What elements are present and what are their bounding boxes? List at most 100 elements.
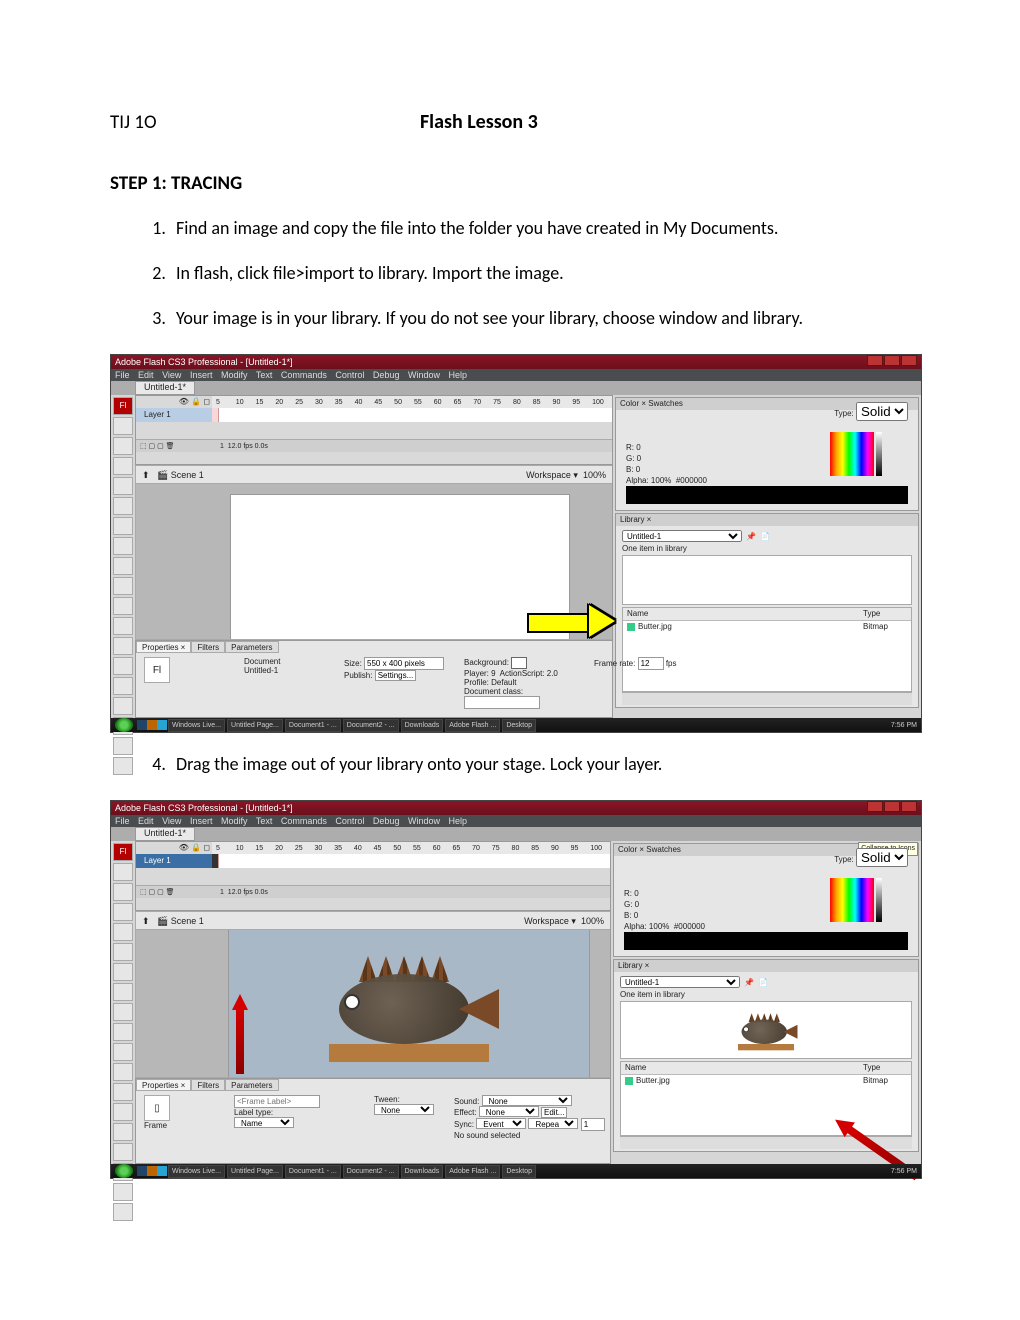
menu-item[interactable]: Help bbox=[449, 816, 468, 826]
quick-launch-icon[interactable] bbox=[147, 720, 157, 730]
text-tool-icon[interactable] bbox=[113, 963, 133, 981]
workspace-switcher[interactable]: Workspace ▾ bbox=[524, 916, 576, 927]
tween-select[interactable]: None bbox=[374, 1104, 434, 1115]
new-library-icon[interactable]: 📄 bbox=[760, 532, 770, 541]
subselection-tool-icon[interactable] bbox=[113, 437, 133, 455]
zoom-level[interactable]: 100% bbox=[583, 470, 606, 480]
rgb-inputs[interactable]: R: 0G: 0B: 0 Alpha: 100% #000000 bbox=[626, 442, 707, 486]
effect-select[interactable]: None bbox=[479, 1106, 539, 1117]
stage-area[interactable] bbox=[135, 929, 611, 1078]
keyframe-1[interactable] bbox=[212, 408, 219, 422]
layer-toggle-icons[interactable]: 👁 🔒 ◻ bbox=[179, 843, 210, 852]
menu-item[interactable]: Edit bbox=[138, 370, 154, 380]
menu-item[interactable]: Commands bbox=[281, 370, 327, 380]
library-panel[interactable]: Library × Untitled-1📌📄 One item in libra… bbox=[613, 959, 919, 1152]
taskbar-item[interactable]: Document2 - ... bbox=[343, 719, 399, 732]
stage-canvas[interactable] bbox=[228, 929, 590, 1078]
layer-row[interactable]: Layer 1 bbox=[136, 408, 220, 422]
menu-item[interactable]: Debug bbox=[373, 370, 400, 380]
zoom-level[interactable]: 100% bbox=[581, 916, 604, 926]
lasso-tool-icon[interactable] bbox=[113, 923, 133, 941]
color-brightness-bar[interactable] bbox=[876, 432, 882, 476]
menu-item[interactable]: Modify bbox=[221, 370, 248, 380]
size-button[interactable] bbox=[364, 657, 444, 670]
pencil-tool-icon[interactable] bbox=[113, 577, 133, 595]
menu-item[interactable]: Help bbox=[449, 370, 468, 380]
stroke-color-icon[interactable] bbox=[113, 1183, 133, 1201]
library-item-row[interactable]: Butter.jpgBitmap bbox=[621, 1075, 911, 1087]
hand-tool-icon[interactable] bbox=[113, 697, 133, 715]
taskbar-item[interactable]: Downloads bbox=[401, 1165, 444, 1178]
layer-toggle-icons[interactable]: 👁 🔒 ◻ bbox=[179, 397, 210, 406]
eyedropper-tool-icon[interactable] bbox=[113, 1103, 133, 1121]
rectangle-tool-icon[interactable] bbox=[113, 1003, 133, 1021]
tab-filters[interactable]: Filters bbox=[191, 641, 225, 653]
system-tray[interactable]: 7:56 PM bbox=[887, 1168, 921, 1175]
brush-tool-icon[interactable] bbox=[113, 597, 133, 615]
taskbar-item[interactable]: Document2 - ... bbox=[343, 1165, 399, 1178]
taskbar-item[interactable]: Document1 - ... bbox=[285, 1165, 341, 1178]
timeline-frames[interactable] bbox=[212, 854, 610, 868]
layer-row-selected[interactable]: Layer 1 bbox=[136, 854, 220, 868]
workspace-switcher[interactable]: Workspace ▾ bbox=[526, 470, 578, 481]
scene-name[interactable]: ⬆ 🎬 Scene 1 bbox=[142, 470, 204, 481]
color-panel[interactable]: Color × Swatches Collapse to Icons Type:… bbox=[613, 843, 919, 957]
quick-launch-icon[interactable] bbox=[157, 1166, 167, 1176]
stage-canvas[interactable] bbox=[230, 494, 570, 640]
effect-edit-button[interactable] bbox=[541, 1107, 567, 1118]
windows-taskbar[interactable]: Windows Live... Untitled Page... Documen… bbox=[111, 718, 921, 732]
sound-select[interactable]: None bbox=[482, 1095, 572, 1106]
window-buttons[interactable] bbox=[866, 801, 917, 815]
tab-parameters[interactable]: Parameters bbox=[225, 1079, 278, 1091]
timeline-frames[interactable] bbox=[212, 408, 612, 422]
tab-properties[interactable]: Properties × bbox=[136, 641, 191, 653]
library-tab[interactable]: Library × bbox=[620, 514, 651, 526]
menu-item[interactable]: Insert bbox=[190, 370, 213, 380]
fill-color-icon[interactable] bbox=[113, 1203, 133, 1221]
paint-bucket-tool-icon[interactable] bbox=[113, 637, 133, 655]
menu-item[interactable]: Window bbox=[408, 370, 440, 380]
repeat-count-input[interactable] bbox=[581, 1118, 605, 1131]
rgb-inputs[interactable]: R: 0G: 0B: 0 Alpha: 100% #000000 bbox=[624, 888, 705, 932]
menu-item[interactable]: File bbox=[115, 370, 130, 380]
doc-class-input[interactable] bbox=[464, 696, 540, 709]
properties-panel[interactable]: Properties × Filters Parameters Fl Docum… bbox=[135, 640, 613, 718]
menu-item[interactable]: Modify bbox=[221, 816, 248, 826]
color-spectrum[interactable] bbox=[830, 878, 874, 922]
library-doc-select[interactable]: Untitled-1 bbox=[620, 976, 740, 988]
brush-tool-icon[interactable] bbox=[113, 1043, 133, 1061]
tab-filters[interactable]: Filters bbox=[191, 1079, 225, 1091]
library-tab[interactable]: Library × bbox=[618, 960, 649, 972]
keyframe-1[interactable] bbox=[212, 854, 219, 868]
timeline-panel[interactable]: 👁 🔒 ◻ Layer 1 51015202530354045505560657… bbox=[135, 841, 611, 911]
taskbar-item[interactable]: Desktop bbox=[502, 719, 536, 732]
library-col-type[interactable]: Type bbox=[863, 1062, 911, 1074]
repeat-select[interactable]: Repeat bbox=[528, 1118, 578, 1129]
taskbar-item[interactable]: Desktop bbox=[502, 1165, 536, 1178]
taskbar-item[interactable]: Adobe Flash ... bbox=[445, 719, 500, 732]
properties-tabs[interactable]: Properties × Filters Parameters bbox=[136, 641, 612, 653]
menu-item[interactable]: Commands bbox=[281, 816, 327, 826]
pin-icon[interactable]: 📌 bbox=[744, 978, 754, 987]
imported-image-fish[interactable] bbox=[289, 934, 529, 1074]
hand-tool-icon[interactable] bbox=[113, 1143, 133, 1161]
taskbar-item[interactable]: Adobe Flash ... bbox=[445, 1165, 500, 1178]
eraser-tool-icon[interactable] bbox=[113, 677, 133, 695]
menu-item[interactable]: Window bbox=[408, 816, 440, 826]
selection-tool-icon[interactable] bbox=[113, 417, 133, 435]
pen-tool-icon[interactable] bbox=[113, 943, 133, 961]
frame-label-input[interactable] bbox=[234, 1095, 320, 1108]
properties-tabs[interactable]: Properties × Filters Parameters bbox=[136, 1079, 610, 1091]
pen-tool-icon[interactable] bbox=[113, 497, 133, 515]
menu-item[interactable]: File bbox=[115, 816, 130, 826]
selection-tool-icon[interactable] bbox=[113, 863, 133, 881]
color-type-select[interactable]: Solid bbox=[856, 848, 908, 867]
pencil-tool-icon[interactable] bbox=[113, 1023, 133, 1041]
stroke-color-icon[interactable] bbox=[113, 737, 133, 755]
rectangle-tool-icon[interactable] bbox=[113, 557, 133, 575]
color-tab[interactable]: Color × bbox=[620, 399, 646, 408]
tools-panel[interactable]: Fl bbox=[111, 395, 136, 718]
library-doc-select[interactable]: Untitled-1 bbox=[622, 530, 742, 542]
color-spectrum[interactable] bbox=[830, 432, 874, 476]
paint-bucket-tool-icon[interactable] bbox=[113, 1083, 133, 1101]
